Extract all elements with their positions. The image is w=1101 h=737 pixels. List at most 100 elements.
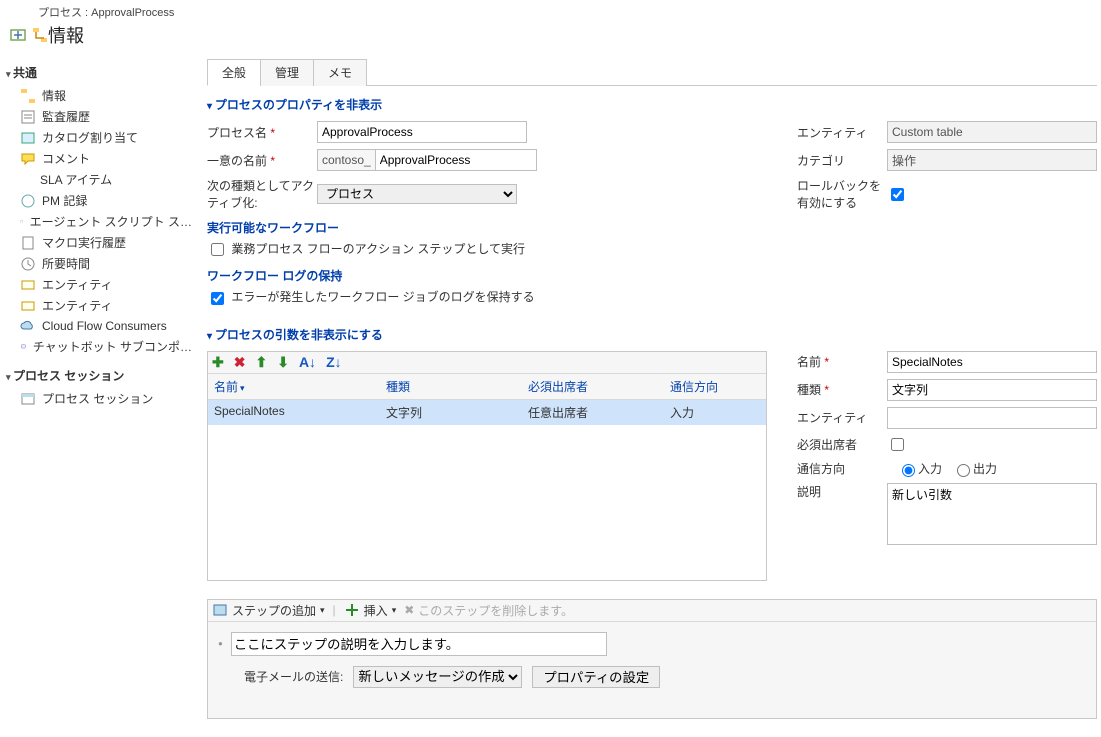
bpf-step-checkbox[interactable] (211, 243, 224, 256)
label-log-err: エラーが発生したワークフロー ジョブのログを保持する (231, 290, 534, 304)
script-icon (20, 214, 24, 230)
section-arguments[interactable]: プロセスの引数を非表示にする (207, 326, 1097, 343)
nav-item-info[interactable]: 情報 (6, 85, 196, 106)
pm-icon (20, 193, 36, 209)
sort-asc-icon[interactable]: A↓ (299, 354, 316, 370)
nav-item-duration[interactable]: 所要時間 (6, 253, 196, 274)
section-properties[interactable]: プロセスのプロパティを非表示 (207, 96, 1097, 113)
step-bullet-icon: ● (218, 639, 223, 648)
unique-name-input[interactable] (375, 149, 537, 171)
label-send-email: 電子メールの送信: (244, 668, 343, 685)
process-icon (10, 27, 26, 43)
nav-item-catalog[interactable]: カタログ割り当て (6, 127, 196, 148)
dir-out-radio[interactable] (957, 464, 970, 477)
sort-desc-icon[interactable]: Z↓ (326, 354, 342, 370)
unique-prefix: contoso_ (317, 149, 376, 171)
nav-item-entity-1[interactable]: エンティティ (6, 274, 196, 295)
page-header: プロセス : ApprovalProcess 情報 (0, 0, 1101, 52)
tab-memo[interactable]: メモ (313, 59, 367, 86)
arg-required-checkbox[interactable] (891, 438, 904, 451)
label-rollback: ロールバックを有効にする (797, 177, 887, 211)
label-arg-type: 種類 (797, 381, 887, 398)
arg-name-input[interactable] (887, 351, 1097, 373)
sort-indicator-icon: ▾ (240, 383, 245, 393)
label-arg-direction: 通信方向 (797, 460, 887, 477)
nav-item-comment[interactable]: コメント (6, 148, 196, 169)
audit-icon (20, 109, 36, 125)
subhead-log: ワークフロー ログの保持 (207, 267, 767, 284)
arg-entity-input[interactable] (887, 407, 1097, 429)
add-step-icon (212, 602, 228, 618)
entity-icon (20, 298, 36, 314)
radio-output-label[interactable]: 出力 (952, 460, 997, 478)
insert-icon (344, 602, 360, 618)
entity-input (887, 121, 1097, 143)
radio-input-label[interactable]: 入力 (897, 460, 942, 478)
col-required[interactable]: 必須出席者 (522, 374, 664, 399)
label-arg-required: 必須出席者 (797, 436, 887, 453)
col-direction[interactable]: 通信方向 (664, 374, 766, 399)
delete-arg-icon[interactable]: ✖ (234, 354, 246, 371)
entity-icon (20, 277, 36, 293)
chevron-down-icon: ▾ (320, 605, 325, 616)
step-desc-input[interactable] (231, 632, 607, 656)
label-bpf-step: 業務プロセス フローのアクション ステップとして実行 (231, 242, 525, 256)
bot-icon (20, 339, 27, 355)
tab-general[interactable]: 全般 (207, 59, 261, 86)
rollback-checkbox[interactable] (891, 188, 904, 201)
tab-strip: 全般 管理 メモ (207, 58, 1097, 86)
nav-group-session[interactable]: プロセス セッション (6, 367, 196, 384)
arg-desc-textarea[interactable]: 新しい引数 (887, 483, 1097, 545)
add-step-button[interactable]: ステップの追加 ▾ (212, 602, 325, 619)
activate-as-select[interactable]: プロセス (317, 184, 517, 204)
label-process-name: プロセス名 (207, 124, 317, 141)
steps-editor: ステップの追加 ▾ | 挿入 ▾ ✖ このステップを削除します。 ● (207, 599, 1097, 719)
set-properties-button[interactable]: プロパティの設定 (532, 666, 660, 688)
nav-item-chatbot[interactable]: チャットボット サブコンポ… (6, 336, 196, 357)
nav-item-cloudflow[interactable]: Cloud Flow Consumers (6, 316, 196, 336)
col-name[interactable]: 名前▾ (208, 374, 380, 399)
col-type[interactable]: 種類 (380, 374, 522, 399)
arg-row[interactable]: SpecialNotes 文字列 任意出席者 入力 (208, 400, 766, 425)
info-icon (20, 88, 36, 104)
sidebar-nav: 共通 情報 監査履歴 カタログ割り当て コメント SLA アイテム PM 記録 … (0, 52, 197, 419)
dir-in-radio[interactable] (902, 464, 915, 477)
move-down-icon[interactable]: ⬇ (277, 354, 289, 371)
clock-icon (20, 256, 36, 272)
comment-icon (20, 151, 36, 167)
nav-group-common[interactable]: 共通 (6, 64, 196, 81)
nav-item-agent-script[interactable]: エージェント スクリプト ス… (6, 211, 196, 232)
workflow-icon (32, 27, 48, 43)
nav-item-macro[interactable]: マクロ実行履歴 (6, 232, 196, 253)
nav-item-entity-2[interactable]: エンティティ (6, 295, 196, 316)
arg-type-input[interactable] (887, 379, 1097, 401)
label-arg-desc: 説明 (797, 483, 887, 500)
nav-item-audit[interactable]: 監査履歴 (6, 106, 196, 127)
close-icon: ✖ (404, 603, 414, 617)
delete-step-button[interactable]: ✖ このステップを削除します。 (404, 602, 573, 619)
label-entity: エンティティ (797, 124, 887, 141)
label-activate-as: 次の種類としてアクティブ化: (207, 177, 317, 211)
log-err-checkbox[interactable] (211, 292, 224, 305)
session-icon (20, 391, 36, 407)
subhead-exec-wf: 実行可能なワークフロー (207, 219, 767, 236)
insert-step-button[interactable]: 挿入 ▾ (344, 602, 397, 619)
catalog-icon (20, 130, 36, 146)
label-unique-name: 一意の名前 (207, 152, 317, 169)
label-category: カテゴリ (797, 152, 887, 169)
nav-item-sla[interactable]: SLA アイテム (6, 169, 196, 190)
breadcrumb: プロセス : ApprovalProcess (38, 4, 1091, 20)
category-input (887, 149, 1097, 171)
label-arg-entity: エンティティ (797, 409, 887, 426)
move-up-icon[interactable]: ⬆ (255, 354, 267, 371)
process-name-input[interactable] (317, 121, 527, 143)
chevron-down-icon: ▾ (392, 605, 397, 616)
nav-item-process-session[interactable]: プロセス セッション (6, 388, 196, 409)
email-action-select[interactable]: 新しいメッセージの作成 (353, 666, 522, 688)
nav-item-pm[interactable]: PM 記録 (6, 190, 196, 211)
macro-icon (20, 235, 36, 251)
page-title: 情報 (48, 22, 84, 48)
arguments-grid: ✚ ✖ ⬆ ⬇ A↓ Z↓ 名前▾ 種類 必須出席者 通信方向 (207, 351, 767, 581)
add-arg-icon[interactable]: ✚ (212, 354, 224, 371)
tab-admin[interactable]: 管理 (260, 59, 314, 86)
